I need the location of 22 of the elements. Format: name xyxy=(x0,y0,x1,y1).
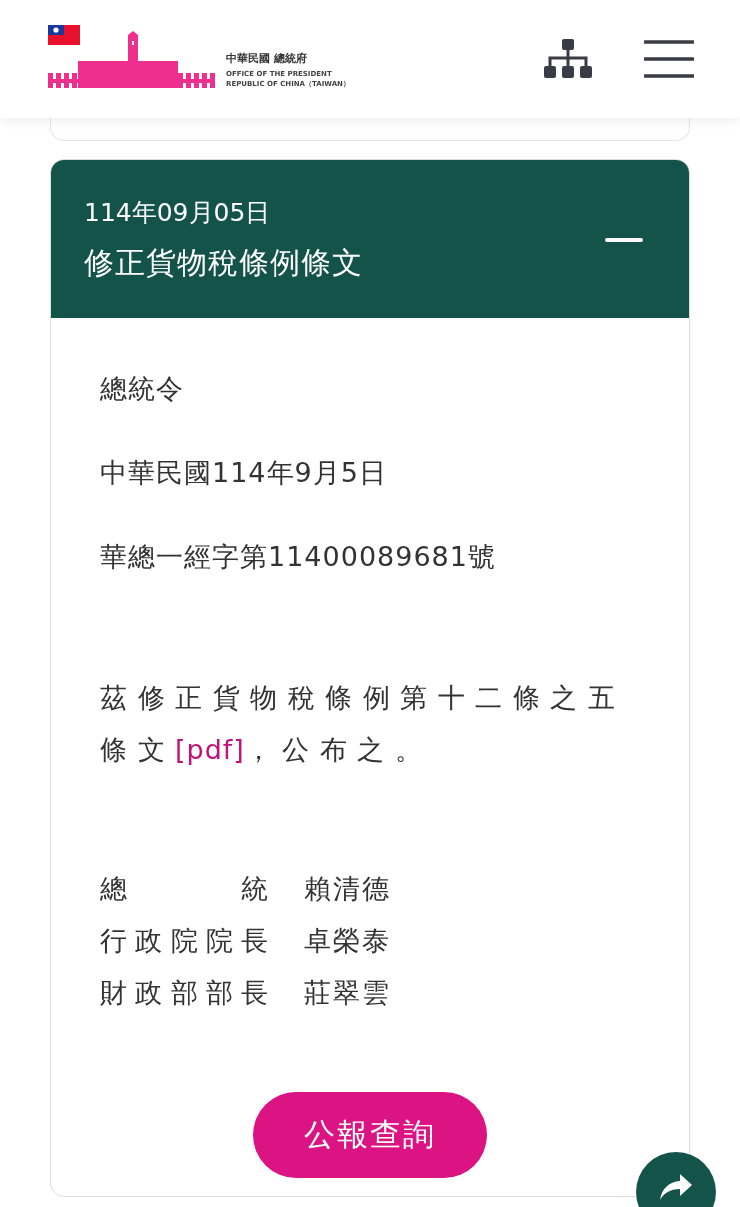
signatory-name: 卓榮泰 xyxy=(304,924,391,958)
signatory-title: 財政部部長 xyxy=(100,976,268,1010)
signatory-name: 莊翠雲 xyxy=(304,976,391,1010)
sitemap-icon xyxy=(544,39,592,79)
gazette-search-button[interactable]: 公報查詢 xyxy=(253,1092,487,1178)
decree-line: 中華民國114年9月5日 xyxy=(100,456,388,490)
article-date: 114年09月05日 xyxy=(84,197,272,229)
article-title: 修正貨物稅條例條文 xyxy=(84,244,363,282)
decree-paragraph: 茲修正貨物稅條例第十二條之五條文[pdf]，公布之。 xyxy=(100,681,626,767)
menu-icon xyxy=(644,40,694,78)
decree-line: 華總一經字第11400089681號 xyxy=(100,540,497,574)
signatory-title: 總統 xyxy=(100,872,268,906)
decree-line: 總統令 xyxy=(100,372,185,406)
accordion-header[interactable]: 114年09月05日 修正貨物稅條例條文 xyxy=(51,160,689,318)
share-icon xyxy=(660,1174,692,1200)
signatory-title: 行政院院長 xyxy=(100,924,268,958)
logo-title: 中華民國 總統府 xyxy=(226,51,308,66)
signatory-name: 賴清德 xyxy=(304,872,391,906)
sitemap-button[interactable] xyxy=(544,39,592,79)
collapse-icon xyxy=(605,238,643,242)
pdf-link[interactable]: [pdf] xyxy=(175,734,245,765)
menu-button[interactable] xyxy=(644,40,694,78)
